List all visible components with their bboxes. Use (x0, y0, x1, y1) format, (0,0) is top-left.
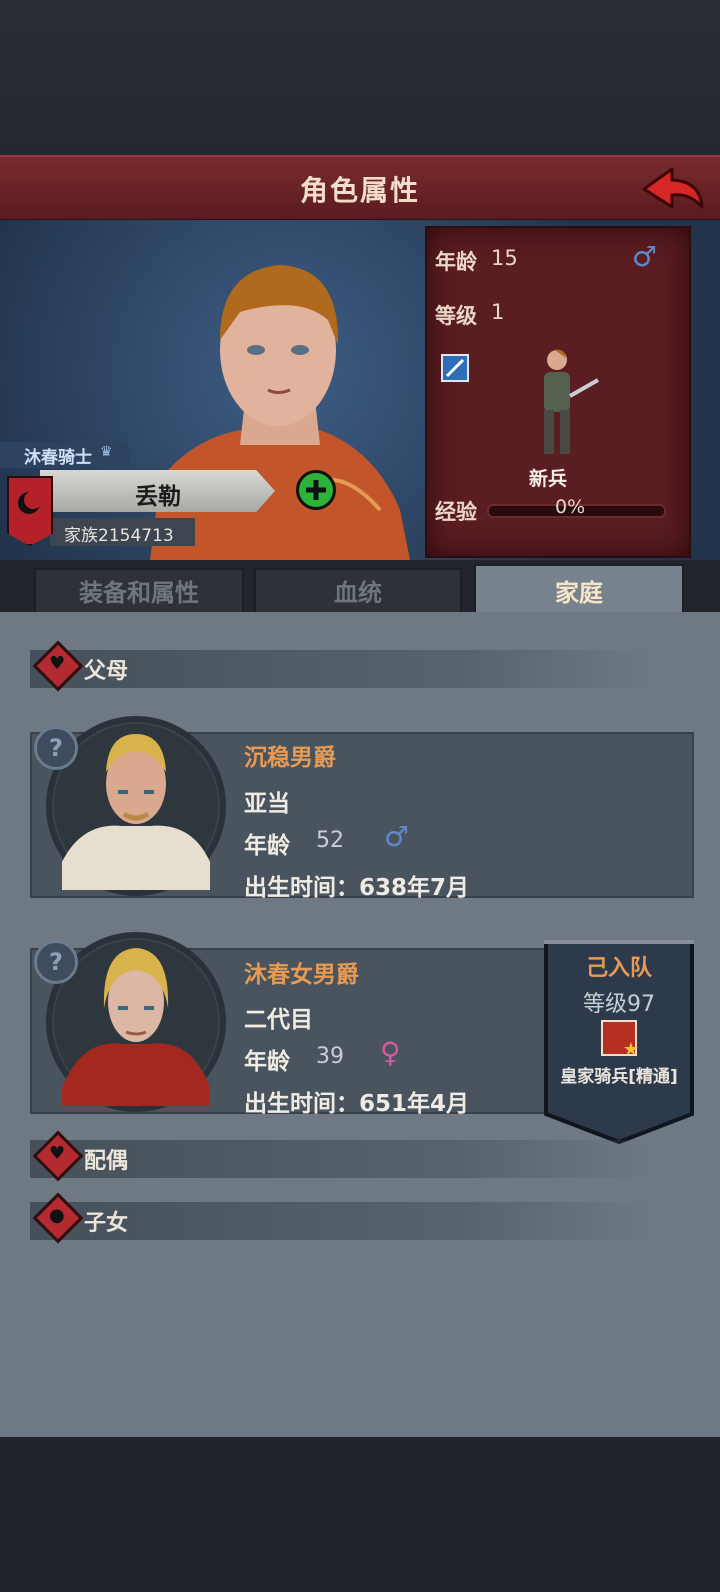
exp-label: 经验 (435, 500, 477, 524)
back-arrow-icon (642, 167, 704, 209)
heart-glyph: ♥ (49, 653, 66, 674)
joined-level: 等级97 (583, 992, 655, 1017)
sword-class-icon (441, 354, 469, 382)
age-value: 15 (491, 246, 518, 270)
section-spouse-label: 配偶 (84, 1149, 129, 1174)
section-children-label: 子女 (84, 1211, 129, 1236)
father-age-label: 年龄 (244, 833, 290, 859)
add-button[interactable] (296, 470, 336, 510)
father-age: 52 (316, 828, 344, 853)
crown-icon: ♛ (100, 444, 113, 460)
joined-badge[interactable]: 己入队 等级97 ★ 皇家骑兵[精通] (544, 938, 694, 1144)
family-id: 家族2154713 (64, 526, 174, 546)
unit-name: 新兵 (529, 468, 568, 490)
father-title: 沉稳男爵 (244, 745, 336, 771)
mother-title: 沐春女男爵 (244, 962, 359, 988)
family-plate: 家族2154713 (50, 518, 195, 546)
female-icon: ♀ (380, 1036, 401, 1069)
section-parents-label: 父母 (84, 659, 129, 684)
name-plate: 丢勒 (40, 470, 275, 512)
heart-glyph: ♥ (49, 1143, 66, 1164)
unit-figure (544, 349, 599, 454)
title-plate: 沐春骑士 ♛ (0, 442, 130, 468)
person-glyph: ● (49, 1205, 65, 1226)
age-label: 年龄 (435, 250, 477, 274)
character-title: 沐春骑士 (24, 448, 92, 468)
level-label: 等级 (435, 304, 477, 328)
tab-bar: 装备和属性 血统 家庭 (0, 560, 720, 624)
help-question-icon[interactable]: ? (34, 726, 78, 770)
stat-panel: 年龄 15 ♂ 等级 1 新兵 经验 0% (425, 226, 691, 558)
father-birth: 出生时间：638年7月 (244, 875, 470, 901)
section-spouse: ♥ 配偶 (30, 1130, 650, 1182)
section-parents: ♥ 父母 (30, 640, 650, 692)
joined-status: 己入队 (585, 956, 652, 981)
help-question-icon[interactable]: ? (34, 940, 78, 984)
mother-name: 二代目 (244, 1007, 313, 1033)
character-name: 丢勒 (135, 484, 181, 510)
tab-bloodline[interactable]: 血统 (254, 568, 462, 618)
male-icon: ♂ (632, 240, 658, 273)
mother-age: 39 (316, 1044, 344, 1069)
top-dark-area (0, 0, 720, 155)
bottom-dark-area (0, 1437, 720, 1592)
page-title: 角色属性 (299, 174, 420, 207)
family-banner-icon (7, 476, 53, 546)
section-children: ● 子女 (30, 1192, 650, 1244)
joined-unit: 皇家骑兵[精通] (560, 1067, 678, 1087)
title-bar: 角色属性 (0, 155, 720, 222)
exp-value: 0% (555, 496, 586, 518)
character-portrait (150, 265, 410, 560)
male-icon: ♂ (384, 820, 410, 853)
tab-equipment[interactable]: 装备和属性 (34, 568, 244, 618)
mother-birth: 出生时间：651年4月 (244, 1091, 470, 1117)
back-button[interactable] (638, 163, 708, 215)
plus-icon (306, 480, 326, 500)
level-value: 1 (491, 300, 505, 324)
star-icon: ★ (622, 1039, 639, 1060)
cavalry-class-icon: ★ (601, 1020, 639, 1060)
mother-age-label: 年龄 (244, 1049, 290, 1075)
father-name: 亚当 (244, 791, 290, 817)
